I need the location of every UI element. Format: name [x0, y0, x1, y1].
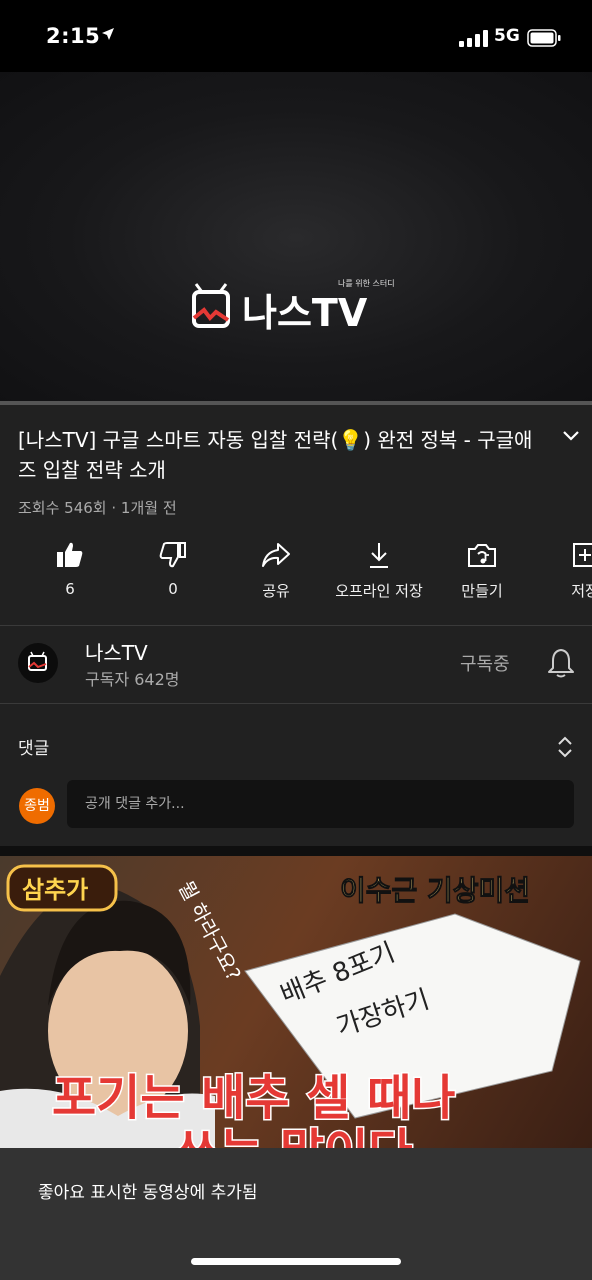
share-button[interactable]: 공유 — [216, 540, 336, 601]
share-icon — [262, 543, 290, 567]
save-label: 저장 — [571, 582, 592, 600]
status-time: 2:15 — [46, 24, 101, 48]
create-button[interactable]: 만들기 — [422, 540, 542, 601]
video-progress-bar[interactable] — [0, 401, 592, 405]
channel-name[interactable]: 나스TV — [85, 637, 148, 666]
thumbs-down-icon — [159, 542, 186, 568]
download-button[interactable]: 오프라인 저장 — [319, 540, 439, 601]
download-icon — [370, 543, 388, 568]
chevron-down-icon[interactable] — [562, 430, 580, 442]
comments-heading[interactable]: 댓글 — [18, 734, 49, 759]
home-indicator[interactable] — [191, 1258, 401, 1265]
channel-logo: 나를 위한 스터디 나스TV — [192, 279, 395, 335]
video-player[interactable]: 나를 위한 스터디 나스TV — [0, 72, 592, 404]
video-meta: 조회수 546회 · 1개월 전 — [18, 499, 177, 517]
location-arrow-icon — [102, 28, 114, 40]
expand-collapse-icon[interactable] — [556, 736, 574, 758]
create-camera-icon — [468, 544, 496, 567]
notification-bell-icon[interactable] — [547, 647, 575, 679]
create-label: 만들기 — [461, 582, 503, 600]
network-type: 5G — [494, 26, 520, 46]
divider — [0, 625, 592, 626]
section-separator — [0, 846, 592, 856]
dislike-count: 0 — [168, 580, 178, 598]
like-button[interactable]: 6 — [10, 540, 130, 598]
comment-input[interactable]: 공개 댓글 추가... — [67, 780, 574, 828]
logo-text: 나스TV — [242, 291, 368, 335]
snackbar-message: 좋아요 표시한 동영상에 추가됨 — [38, 1183, 258, 1203]
thumbnail-badge: 삼추가 — [22, 876, 88, 904]
action-bar: 6 0 공유 오프라인 저장 만들기 저장 — [0, 540, 592, 610]
subscribed-button[interactable]: 구독중 — [460, 650, 510, 676]
channel-avatar-logo — [28, 651, 47, 671]
user-avatar[interactable]: 종범 — [19, 788, 55, 824]
like-count: 6 — [65, 580, 75, 598]
share-label: 공유 — [262, 582, 290, 600]
dislike-button[interactable]: 0 — [113, 540, 233, 598]
channel-avatar[interactable] — [18, 643, 58, 683]
divider — [0, 703, 592, 704]
thumbnail-top-caption: 이수근 기상미션 — [340, 874, 530, 907]
thumbs-up-icon — [57, 542, 83, 567]
next-video-thumbnail[interactable]: 삼추가 이수근 기상미션 뭘 하라구요? 배추 8포기 가장하기 포기는 배추 … — [0, 856, 592, 1148]
add-to-playlist-icon — [573, 543, 592, 567]
save-button[interactable]: 저장 — [525, 540, 592, 601]
subscriber-count: 구독자 642명 — [85, 670, 180, 689]
cellular-signal-icon — [459, 30, 488, 47]
download-label: 오프라인 저장 — [335, 582, 423, 600]
status-bar: 2:15 5G — [0, 0, 592, 72]
thumbnail-headline-2: 쓰는 말이다 — [175, 1124, 413, 1148]
logo-tagline: 나를 위한 스터디 — [338, 279, 395, 288]
thumbnail-artwork: 삼추가 이수근 기상미션 뭘 하라구요? 배추 8포기 가장하기 포기는 배추 … — [0, 864, 581, 1148]
thumbnail-headline-1: 포기는 배추 셀 때나 — [52, 1070, 455, 1126]
battery-icon — [527, 29, 561, 47]
video-title[interactable]: [나스TV] 구글 스마트 자동 입찰 전략(💡) 완전 정복 - 구글애즈 입… — [18, 425, 548, 485]
